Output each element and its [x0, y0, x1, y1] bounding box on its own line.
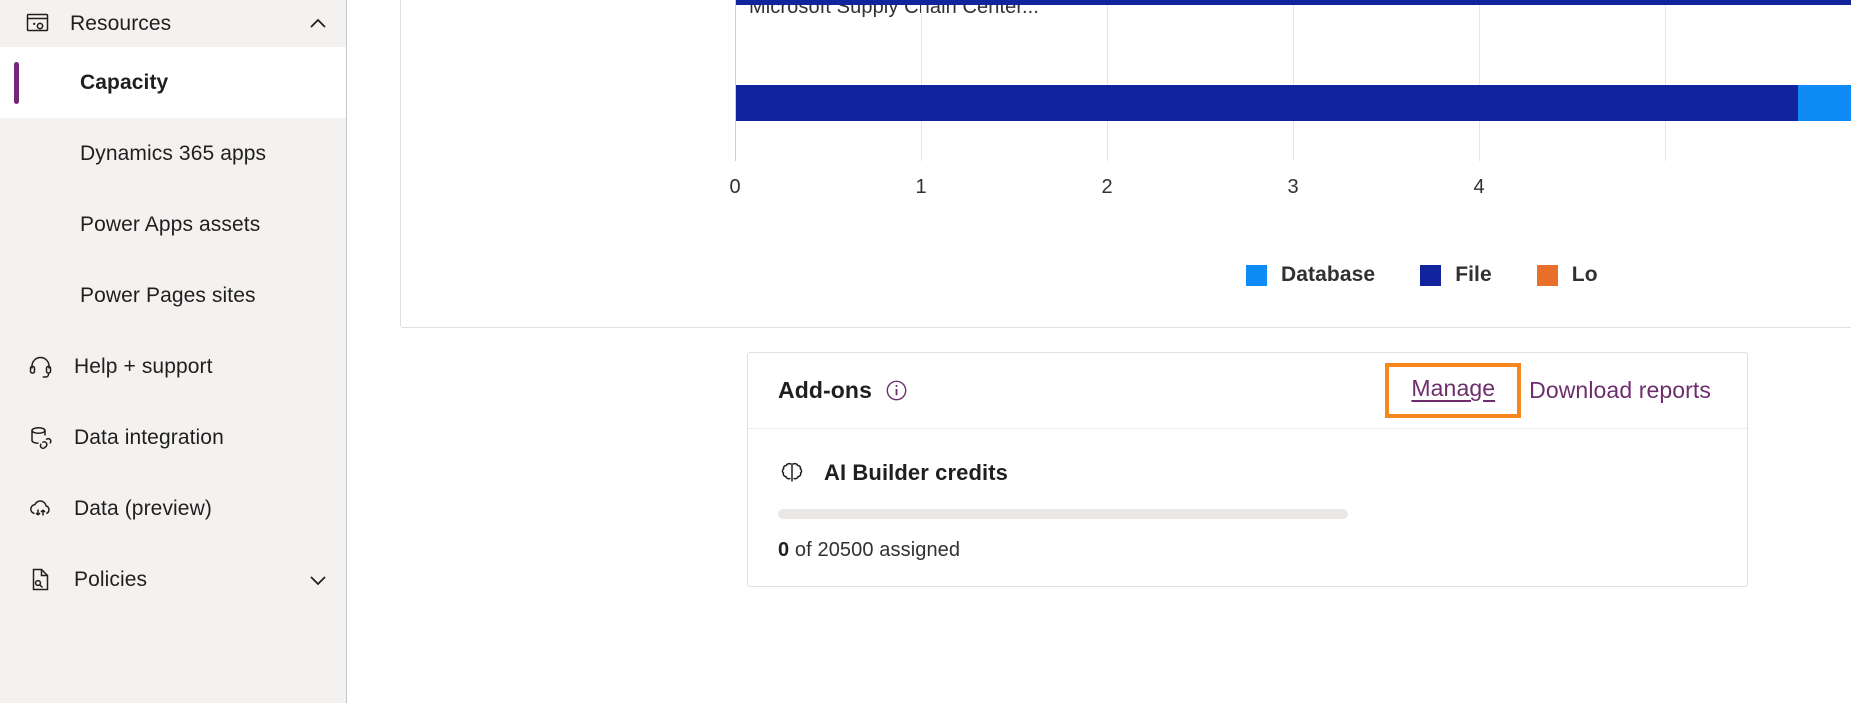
legend-label: Lo: [1571, 263, 1598, 286]
add-ons-card: Add-ons Manage Download reports AI Build…: [747, 352, 1748, 587]
chart-gridline: [921, 0, 922, 161]
chevron-up-icon[interactable]: [304, 10, 332, 38]
sidebar-item-power-pages-sites[interactable]: Power Pages sites: [0, 260, 346, 331]
addon-item-ai-builder-credits: AI Builder credits 0 of 20500 assigned: [778, 459, 1717, 586]
sidebar-item-power-apps-assets[interactable]: Power Apps assets: [0, 189, 346, 260]
chart-gridline: [1107, 0, 1108, 161]
chart-x-tick-label: 0: [729, 176, 741, 198]
cloud-sync-icon: [25, 494, 55, 524]
legend-swatch-database: [1246, 264, 1267, 286]
sidebar-item-label: Dynamics 365 apps: [80, 141, 267, 165]
chart-x-tick-label: 1: [915, 176, 927, 198]
addon-title-row: AI Builder credits: [778, 459, 1717, 487]
addon-name: AI Builder credits: [824, 460, 1008, 485]
addon-total-count: 20500: [817, 539, 874, 561]
chevron-down-icon[interactable]: [304, 566, 332, 594]
sidebar-item-policies[interactable]: Policies: [0, 544, 346, 615]
sidebar-item-dynamics-365-apps[interactable]: Dynamics 365 apps: [0, 118, 346, 189]
chart-y-axis: [735, 0, 736, 161]
sidebar-item-label: Help + support: [74, 354, 213, 378]
sidebar-item-label: Data integration: [74, 425, 224, 449]
headset-icon: [25, 352, 55, 382]
chart-legend: Database File Lo: [1246, 263, 1643, 287]
sidebar-item-label: Capacity: [80, 70, 169, 94]
add-ons-body: AI Builder credits 0 of 20500 assigned: [748, 429, 1747, 586]
legend-item-file[interactable]: File: [1420, 263, 1492, 287]
nav-group-label: Resources: [70, 11, 172, 35]
chart-gridline: [1479, 0, 1480, 161]
main-content: Microsoft Supply Chain Center... SwenkaD…: [347, 0, 1851, 703]
addon-progress-bar: [778, 509, 1348, 519]
sidebar-item-capacity[interactable]: Capacity: [0, 47, 346, 118]
chart-bar-segment-file: [736, 0, 1851, 5]
add-ons-header: Add-ons Manage Download reports: [748, 353, 1747, 429]
sidebar-item-label: Power Pages sites: [80, 283, 256, 307]
legend-item-database[interactable]: Database: [1246, 263, 1375, 287]
legend-label: File: [1455, 263, 1492, 286]
addon-status-of: of: [794, 539, 812, 561]
sidebar-item-data-integration[interactable]: Data integration: [0, 402, 346, 473]
capacity-chart-card: Microsoft Supply Chain Center... SwenkaD…: [400, 0, 1851, 328]
sidebar-item-label: Data (preview): [74, 496, 212, 520]
legend-swatch-log: [1536, 264, 1558, 286]
chart-bar-segment-database: [1798, 85, 1851, 121]
sidebar-item-label: Power Apps assets: [80, 212, 261, 236]
legend-label: Database: [1281, 263, 1376, 286]
add-ons-title: Add-ons: [778, 377, 872, 403]
manage-link[interactable]: Manage: [1411, 375, 1495, 401]
left-navigation-sidebar: Resources Capacity Dynamics 365 apps Pow…: [0, 0, 347, 703]
brain-icon: [778, 459, 806, 487]
legend-swatch-file: [1420, 264, 1442, 286]
sidebar-item-data-preview[interactable]: Data (preview): [0, 473, 346, 544]
nav-group-resources[interactable]: Resources: [0, 0, 346, 47]
chart-gridline: [1293, 0, 1294, 161]
addon-status-suffix: assigned: [879, 539, 961, 561]
addon-status-text: 0 of 20500 assigned: [778, 539, 1717, 562]
download-reports-link[interactable]: Download reports: [1529, 377, 1711, 404]
capacity-page: Resources Capacity Dynamics 365 apps Pow…: [0, 0, 1851, 703]
chart-x-tick-label: 3: [1287, 176, 1299, 198]
capacity-bar-chart: Microsoft Supply Chain Center... SwenkaD…: [401, 0, 1851, 327]
chart-x-tick-label: 2: [1101, 176, 1113, 198]
resources-icon: [25, 11, 51, 37]
database-link-icon: [25, 423, 55, 453]
legend-item-log[interactable]: Lo: [1536, 263, 1598, 287]
info-circle-icon[interactable]: [885, 379, 908, 402]
policy-document-icon: [25, 565, 55, 595]
addon-assigned-count: 0: [778, 539, 790, 561]
chart-x-tick-label: 4: [1473, 176, 1485, 198]
chart-gridline: [1665, 0, 1666, 161]
sidebar-item-help-support[interactable]: Help + support: [0, 331, 346, 402]
manage-highlight-box: Manage: [1385, 363, 1522, 418]
chart-bar-segment-file: [736, 85, 1798, 121]
sidebar-item-label: Policies: [74, 567, 148, 591]
add-ons-actions: Manage Download reports: [1385, 363, 1711, 418]
